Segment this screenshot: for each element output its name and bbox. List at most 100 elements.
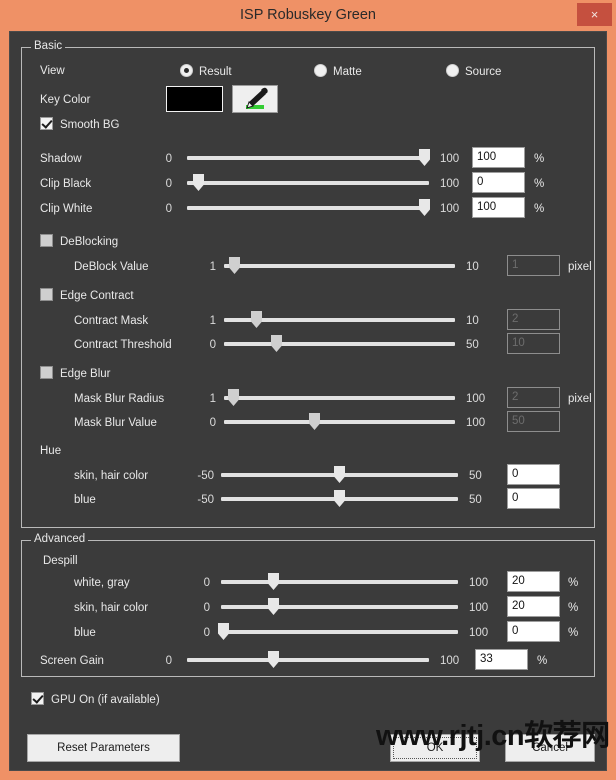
window-title: ISP Robuskey Green	[240, 7, 376, 23]
slider-screen-gain-min: 0	[165, 655, 172, 667]
view-label: View	[40, 65, 65, 77]
input-clip-black[interactable]: 0	[472, 172, 525, 193]
slider-clip-black-max: 100	[440, 178, 460, 190]
unit-despill-skin: %	[568, 602, 579, 614]
checkbox-edge-blur[interactable]	[40, 366, 53, 379]
cancel-button[interactable]: Cancel	[505, 734, 595, 762]
advanced-group-label: Advanced	[31, 533, 89, 545]
slider-clip-white-max: 100	[440, 203, 460, 215]
key-color-label: Key Color	[40, 94, 91, 106]
slider-despill-blue-track[interactable]	[221, 630, 458, 634]
slider-shadow-track[interactable]	[187, 156, 429, 160]
unit-despill-blue: %	[568, 627, 579, 639]
slider-hue-skin-min: -50	[197, 470, 214, 482]
hue-label: Hue	[40, 445, 62, 457]
slider-mask-blur-value-track[interactable]	[224, 420, 455, 424]
slider-screen-gain-track[interactable]	[187, 658, 429, 662]
slider-hue-blue-max: 50	[469, 494, 482, 506]
basic-group-label: Basic	[31, 40, 66, 52]
checkbox-edge-blur-label: Edge Blur	[60, 368, 111, 380]
unit-screen-gain: %	[537, 655, 548, 667]
slider-despill-white-track[interactable]	[221, 580, 458, 584]
checkbox-edge-contract-label: Edge Contract	[60, 290, 134, 302]
slider-despill-white-max: 100	[469, 577, 489, 589]
input-contract-threshold[interactable]: 10	[507, 333, 560, 354]
checkbox-smooth-bg[interactable]	[40, 117, 53, 130]
slider-contract-threshold-label: Contract Threshold	[74, 339, 172, 351]
slider-despill-white-min: 0	[203, 577, 210, 589]
slider-shadow-min: 0	[165, 153, 172, 165]
slider-despill-skin-max: 100	[469, 602, 489, 614]
eyedropper-button[interactable]	[232, 85, 278, 113]
unit-clip-white: %	[534, 203, 545, 215]
slider-mask-blur-value-max: 100	[466, 417, 486, 429]
slider-shadow-max: 100	[440, 153, 460, 165]
slider-deblock-value-label: DeBlock Value	[74, 261, 149, 273]
input-hue-blue[interactable]: 0	[507, 488, 560, 509]
slider-hue-skin-max: 50	[469, 470, 482, 482]
slider-mask-blur-value-min: 0	[209, 417, 216, 429]
slider-despill-skin-track[interactable]	[221, 605, 458, 609]
slider-contract-mask-label: Contract Mask	[74, 315, 149, 327]
checkbox-deblocking-label: DeBlocking	[60, 236, 119, 248]
radio-source-label: Source	[465, 66, 502, 78]
checkbox-gpu-on[interactable]	[31, 692, 44, 705]
despill-label: Despill	[43, 555, 78, 567]
input-deblock-value[interactable]: 1	[507, 255, 560, 276]
titlebar: ISP Robuskey Green ×	[0, 0, 616, 31]
slider-deblock-value-min: 1	[209, 261, 216, 273]
slider-despill-skin-min: 0	[203, 602, 210, 614]
slider-despill-blue-max: 100	[469, 627, 489, 639]
radio-result[interactable]	[180, 64, 193, 77]
radio-source[interactable]	[446, 64, 459, 77]
checkbox-edge-contract[interactable]	[40, 288, 53, 301]
input-contract-mask[interactable]: 2	[507, 309, 560, 330]
slider-mask-blur-radius-track[interactable]	[224, 396, 455, 400]
isp-robuskey-green-window: ISP Robuskey Green × Basic View Result M…	[0, 0, 616, 780]
radio-result-label: Result	[199, 66, 232, 78]
slider-mask-blur-radius-min: 1	[209, 393, 216, 405]
slider-despill-skin-label: skin, hair color	[74, 602, 149, 614]
unit-mask-blur-radius: pixel	[568, 393, 592, 405]
input-shadow[interactable]: 100	[472, 147, 525, 168]
input-despill-white[interactable]: 20	[507, 571, 560, 592]
slider-despill-white-label: white, gray	[74, 577, 130, 589]
input-hue-skin[interactable]: 0	[507, 464, 560, 485]
ok-button[interactable]: OK	[390, 734, 480, 762]
unit-clip-black: %	[534, 178, 545, 190]
radio-matte-label: Matte	[333, 66, 362, 78]
slider-mask-blur-radius-max: 100	[466, 393, 486, 405]
input-clip-white[interactable]: 100	[472, 197, 525, 218]
radio-matte[interactable]	[314, 64, 327, 77]
slider-clip-black-min: 0	[165, 178, 172, 190]
slider-hue-skin-label: skin, hair color	[74, 470, 149, 482]
unit-shadow: %	[534, 153, 545, 165]
input-screen-gain[interactable]: 33	[475, 649, 528, 670]
slider-clip-white-min: 0	[165, 203, 172, 215]
checkbox-gpu-on-label: GPU On (if available)	[51, 694, 160, 706]
dialog-body: Basic View Result Matte Source Key Color…	[9, 31, 607, 771]
slider-mask-blur-radius-label: Mask Blur Radius	[74, 393, 165, 405]
slider-hue-blue-label: blue	[74, 494, 96, 506]
slider-screen-gain-label: Screen Gain	[40, 655, 104, 667]
input-despill-blue[interactable]: 0	[507, 621, 560, 642]
slider-contract-mask-max: 10	[466, 315, 479, 327]
slider-clip-black-track[interactable]	[187, 181, 429, 185]
slider-despill-blue-label: blue	[74, 627, 96, 639]
checkbox-deblocking[interactable]	[40, 234, 53, 247]
reset-parameters-button[interactable]: Reset Parameters	[27, 734, 180, 762]
unit-despill-white: %	[568, 577, 579, 589]
input-despill-skin[interactable]: 20	[507, 596, 560, 617]
close-icon[interactable]: ×	[577, 3, 612, 26]
input-mask-blur-radius[interactable]: 2	[507, 387, 560, 408]
slider-clip-white-track[interactable]	[187, 206, 429, 210]
slider-clip-white-label: Clip White	[40, 203, 93, 215]
input-mask-blur-value[interactable]: 50	[507, 411, 560, 432]
slider-clip-black-label: Clip Black	[40, 178, 92, 190]
slider-shadow-label: Shadow	[40, 153, 82, 165]
slider-contract-threshold-track[interactable]	[224, 342, 455, 346]
slider-deblock-value-track[interactable]	[224, 264, 455, 268]
key-color-swatch[interactable]	[166, 86, 223, 112]
slider-contract-threshold-max: 50	[466, 339, 479, 351]
slider-despill-blue-min: 0	[203, 627, 210, 639]
